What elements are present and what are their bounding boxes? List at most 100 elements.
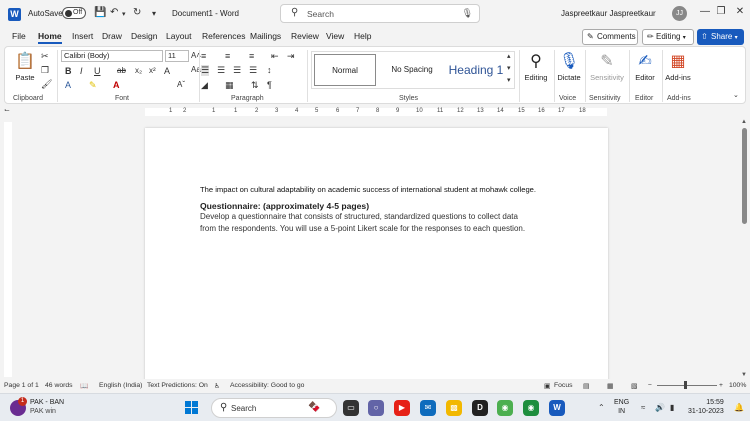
tab-references[interactable]: References bbox=[202, 31, 245, 41]
highlight-icon[interactable]: ✎ bbox=[89, 80, 97, 91]
zoom-in-icon[interactable]: + bbox=[719, 382, 723, 389]
share-button[interactable]: ⇧ Share ▾ bbox=[697, 29, 744, 45]
mail-icon[interactable]: ✉ bbox=[420, 400, 436, 416]
style-heading-1[interactable]: Heading 1 bbox=[446, 54, 506, 86]
input-language[interactable]: ENG IN bbox=[614, 398, 629, 416]
font-color-icon[interactable]: A bbox=[113, 80, 120, 90]
style-no-spacing[interactable]: No Spacing bbox=[380, 54, 444, 86]
document-page[interactable]: The impact on cultural adaptability on a… bbox=[145, 128, 608, 379]
zoom-out-icon[interactable]: − bbox=[648, 382, 652, 389]
word-count[interactable]: 46 words bbox=[45, 382, 73, 389]
youtube-icon[interactable]: ▶ bbox=[394, 400, 410, 416]
font-name-field[interactable]: Calibri (Body) bbox=[61, 50, 163, 62]
proofing-icon[interactable]: 📖 bbox=[80, 382, 88, 390]
document-paragraph[interactable]: Develop a questionnaire that consists of… bbox=[200, 212, 518, 221]
multilevel-list-icon[interactable]: ≡ bbox=[249, 51, 254, 61]
web-layout-icon[interactable]: ▧ bbox=[631, 382, 637, 390]
autosave-toggle[interactable]: Off bbox=[62, 7, 86, 19]
borders-icon[interactable]: ▦ bbox=[225, 80, 234, 91]
accessibility-icon[interactable]: ♿ bbox=[214, 382, 220, 390]
text-predictions-status[interactable]: Text Predictions: On bbox=[147, 382, 208, 389]
document-paragraph[interactable]: from the respondents. You will use a 5-p… bbox=[200, 224, 525, 233]
bold-icon[interactable]: B bbox=[65, 66, 72, 76]
tab-selector-icon[interactable]: ⌙ bbox=[4, 106, 10, 114]
decrease-indent-icon[interactable]: ⇤ bbox=[271, 51, 279, 62]
minimize-icon[interactable]: — bbox=[698, 6, 712, 17]
wifi-icon[interactable]: ≈ bbox=[641, 403, 645, 412]
restore-icon[interactable]: ❐ bbox=[714, 6, 728, 17]
undo-dropdown-icon[interactable]: ▾ bbox=[122, 10, 126, 18]
align-center-icon[interactable]: ☰ bbox=[217, 65, 225, 76]
news-widget-subtitle[interactable]: PAK win bbox=[30, 408, 56, 415]
close-icon[interactable]: ✕ bbox=[733, 6, 747, 17]
tab-file[interactable]: File bbox=[12, 31, 26, 41]
text-effects-color-icon[interactable]: A bbox=[65, 80, 71, 90]
text-effects-icon[interactable]: A bbox=[164, 66, 170, 76]
tab-review[interactable]: Review bbox=[291, 31, 319, 41]
italic-icon[interactable]: I bbox=[80, 66, 83, 76]
language-status[interactable]: English (India) bbox=[99, 382, 142, 389]
zoom-slider[interactable] bbox=[657, 385, 717, 386]
collapse-ribbon-icon[interactable]: ⌄ bbox=[733, 91, 739, 99]
shrink-font-icon[interactable]: Aˇ bbox=[177, 80, 185, 89]
styles-scroll-down-icon[interactable]: ▾ bbox=[507, 64, 511, 72]
print-layout-icon[interactable]: ▦ bbox=[607, 382, 613, 390]
vertical-scrollbar[interactable]: ▲ ▼ bbox=[740, 118, 750, 379]
zoom-level[interactable]: 100% bbox=[729, 382, 746, 389]
task-view-icon[interactable]: ▭ bbox=[343, 400, 359, 416]
paste-button[interactable]: 📋 Paste bbox=[13, 51, 37, 82]
tab-help[interactable]: Help bbox=[354, 31, 371, 41]
sensitivity-button[interactable]: ✎ Sensitivity bbox=[586, 51, 628, 82]
align-left-icon[interactable]: ☰ bbox=[201, 65, 210, 76]
shading-icon[interactable]: ◢ bbox=[201, 80, 208, 91]
cut-icon[interactable]: ✂ bbox=[41, 51, 49, 62]
scroll-up-icon[interactable]: ▲ bbox=[741, 119, 747, 125]
tab-home[interactable]: Home bbox=[38, 31, 62, 44]
tab-view[interactable]: View bbox=[326, 31, 344, 41]
avatar[interactable]: JJ bbox=[672, 6, 687, 21]
comments-button[interactable]: ✎ Comments bbox=[582, 29, 638, 45]
superscript-icon[interactable]: x² bbox=[149, 66, 156, 75]
battery-icon[interactable]: ▮ bbox=[670, 403, 674, 412]
copy-icon[interactable]: ❐ bbox=[41, 65, 49, 76]
word-taskbar-icon[interactable]: W bbox=[549, 400, 565, 416]
strikethrough-icon[interactable]: ab bbox=[117, 66, 126, 75]
taskbar-search[interactable]: ⚲ Search 🍫 bbox=[211, 398, 337, 418]
scroll-thumb[interactable] bbox=[742, 128, 747, 224]
style-normal[interactable]: Normal bbox=[314, 54, 376, 86]
zoom-slider-thumb[interactable] bbox=[684, 381, 687, 389]
microphone-icon[interactable]: 🎙 bbox=[462, 8, 473, 19]
save-icon[interactable]: 💾 bbox=[94, 7, 106, 18]
tab-insert[interactable]: Insert bbox=[72, 31, 93, 41]
news-widget-title[interactable]: PAK - BAN bbox=[30, 399, 64, 406]
notifications-icon[interactable]: 🔔 bbox=[734, 403, 744, 412]
accessibility-status[interactable]: Accessibility: Good to go bbox=[230, 382, 304, 389]
editing-mode-button[interactable]: ✏ Editing ▾ bbox=[642, 29, 694, 45]
page-count[interactable]: Page 1 of 1 bbox=[4, 382, 39, 389]
addins-button[interactable]: ▦ Add-ins bbox=[663, 51, 693, 82]
focus-label[interactable]: Focus bbox=[554, 382, 573, 389]
numbering-icon[interactable]: ≡ bbox=[225, 51, 230, 61]
undo-icon[interactable]: ↶ bbox=[110, 7, 118, 18]
editor-button[interactable]: ✍ Editor bbox=[630, 51, 660, 82]
tab-draw[interactable]: Draw bbox=[102, 31, 122, 41]
sort-icon[interactable]: ⇅ bbox=[251, 80, 259, 91]
styles-scroll-up-icon[interactable]: ▴ bbox=[507, 52, 511, 60]
chrome-profile-icon[interactable]: ◉ bbox=[523, 400, 539, 416]
volume-icon[interactable]: 🔊 bbox=[655, 403, 665, 412]
line-spacing-icon[interactable]: ↕ bbox=[267, 65, 272, 75]
increase-indent-icon[interactable]: ⇥ bbox=[287, 51, 295, 62]
bullets-icon[interactable]: ≡ bbox=[201, 51, 206, 61]
underline-icon[interactable]: U bbox=[94, 66, 101, 76]
system-clock[interactable]: 15:59 31-10-2023 bbox=[688, 398, 724, 416]
customize-toolbar-icon[interactable]: ▾ bbox=[152, 9, 156, 18]
tab-layout[interactable]: Layout bbox=[166, 31, 192, 41]
dell-icon[interactable]: D bbox=[472, 400, 488, 416]
file-explorer-icon[interactable]: ▩ bbox=[446, 400, 462, 416]
show-formatting-icon[interactable]: ¶ bbox=[267, 80, 272, 90]
font-size-field[interactable]: 11 bbox=[165, 50, 189, 62]
document-paragraph-title[interactable]: The impact on cultural adaptability on a… bbox=[200, 185, 536, 194]
justify-icon[interactable]: ☰ bbox=[249, 65, 257, 76]
show-hidden-icons-icon[interactable]: ⌃ bbox=[598, 403, 605, 412]
document-heading[interactable]: Questionnaire: (approximately 4-5 pages) bbox=[200, 201, 369, 211]
